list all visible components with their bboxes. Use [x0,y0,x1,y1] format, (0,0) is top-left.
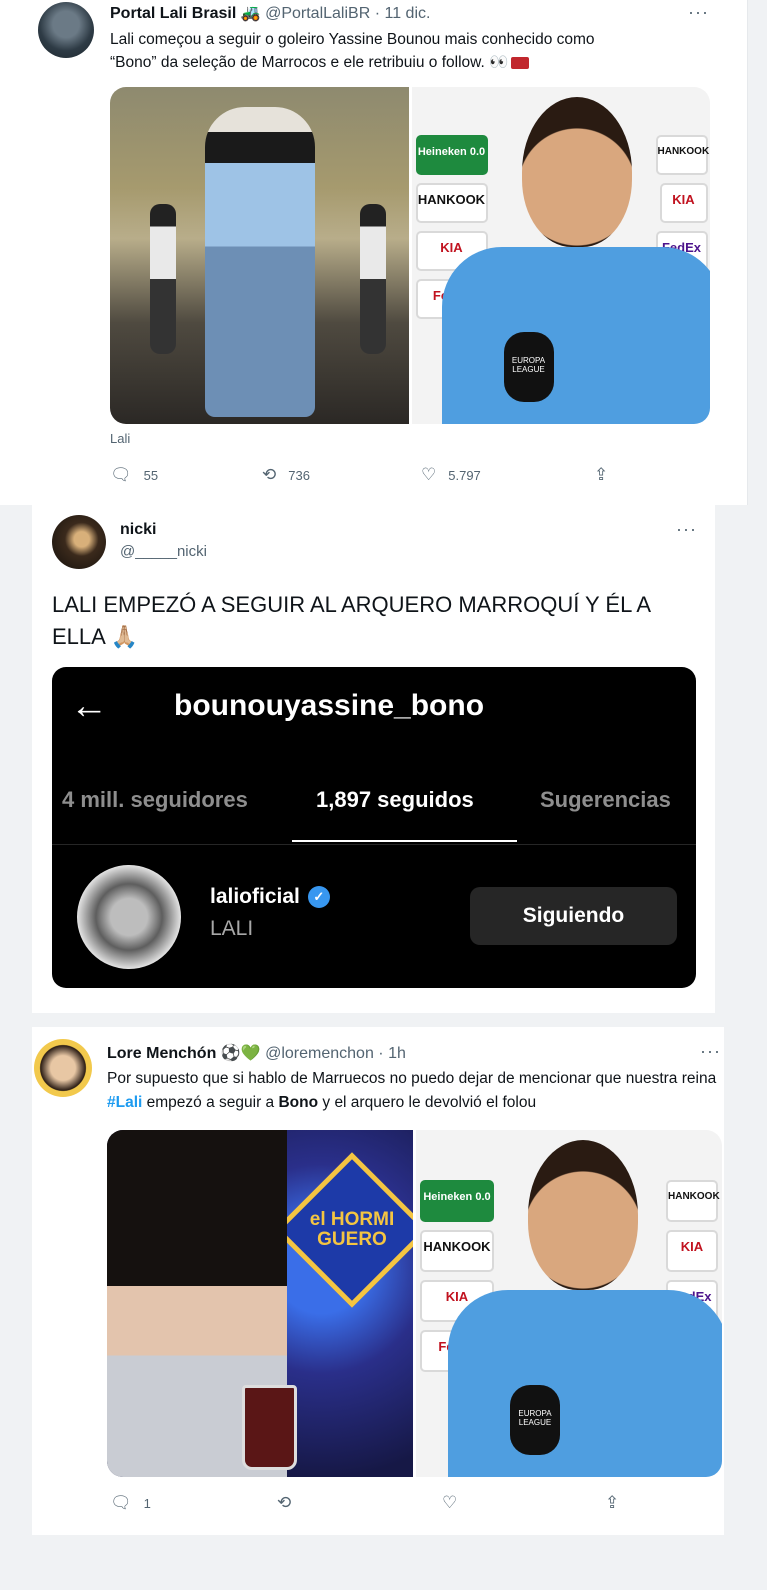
avatar[interactable] [38,2,94,58]
instagram-screenshot[interactable]: ← bounouyassine_bono 4 mill. seguidores … [52,667,696,988]
drink-glass [242,1385,297,1470]
sponsor-logo: HANKOOK [420,1230,494,1272]
timestamp[interactable]: · 1h [378,1045,406,1062]
hashtag-link[interactable]: #Lali [107,1094,142,1111]
photo-lali-stadium[interactable] [110,87,409,424]
reply-button[interactable]: 🗨 55 [110,465,158,485]
tweet-nicki[interactable]: nicki @_____nicki ··· LALI EMPEZÓ A SEGU… [32,505,715,1013]
profile-fullname: LALI [210,917,254,940]
tweet-header: Portal Lali Brasil 🚜 @PortalLaliBR · 11 … [110,3,430,23]
like-button[interactable]: ♡ 5.797 [421,465,481,485]
divider [52,844,696,845]
microphone: EUROPA LEAGUE [503,332,554,402]
handle[interactable]: @PortalLaliBR [265,5,370,22]
sponsor-logo: HANKOOK [655,135,709,175]
more-icon[interactable]: ··· [688,2,709,23]
tweet-portal-lali[interactable]: Portal Lali Brasil 🚜 @PortalLaliBR · 11 … [0,0,748,505]
handle[interactable]: @loremenchon [265,1045,374,1062]
profile-username-row[interactable]: lalioficial ✓ [210,885,330,909]
display-name[interactable]: Portal Lali Brasil [110,5,236,22]
heart-icon: ♡ [421,465,437,484]
more-icon[interactable]: ··· [676,519,697,540]
reply-icon: 🗨 [110,465,132,484]
retweet-button[interactable]: ⟲ 736 [262,465,310,485]
handle[interactable]: @_____nicki [120,543,207,560]
page: Portal Lali Brasil 🚜 @PortalLaliBR · 11 … [0,0,767,1590]
photo-el-hormiguero[interactable]: el HORMI GUERO [107,1130,413,1477]
reply-icon: 🗨 [110,1493,132,1512]
like-button[interactable]: ♡ [442,1493,457,1513]
media-caption: Lali [110,431,131,446]
share-icon: ⇪ [594,465,609,484]
share-icon: ⇪ [605,1493,620,1512]
display-name[interactable]: nicki [120,521,156,539]
photo-bono-interview[interactable]: Heineken 0.0 HANKOOK KIA Fe KIA FedEx HA… [416,1130,722,1477]
sponsor-logo: Heineken 0.0 [420,1180,494,1222]
sponsor-logo: KIA [659,183,708,223]
retweet-icon: ⟲ [277,1493,292,1512]
reply-count: 55 [143,467,159,483]
name-emoji: ⚽💚 [220,1045,261,1062]
tweet-text-part: empezó a seguir a [142,1094,279,1111]
tweet-text-line1: Lali começou a seguir o goleiro Yassine … [110,31,595,48]
active-tab-indicator [292,840,517,842]
sponsor-logo: HANKOOK [666,1180,720,1222]
tweet-media[interactable]: Heineken 0.0 HANKOOK KIA Fe KIA FedEx HA… [110,87,710,424]
instagram-username: bounouyassine_bono [174,689,485,722]
tweet-text-part: Por supuesto que si hablo de Marruecos n… [107,1070,717,1087]
tweet-header: Lore Menchón ⚽💚 @loremenchon · 1h [107,1043,406,1063]
more-icon[interactable]: ··· [700,1041,721,1062]
shirt [441,247,710,424]
display-name[interactable]: Lore Menchón [107,1045,216,1062]
tweet-text: Por supuesto que si hablo de Marruecos n… [107,1067,717,1115]
tweet-text-line2: “Bono” da seleção de Marrocos e ele retr… [110,54,509,71]
verified-badge-icon: ✓ [307,886,330,908]
avatar[interactable] [52,515,106,569]
person-figure [360,204,386,354]
tweet-text: Lali começou a seguir o goleiro Yassine … [110,28,690,74]
sponsor-logo: Heineken 0.0 [415,135,488,175]
tab-followers[interactable]: 4 mill. seguidores [62,787,248,813]
tab-suggestions[interactable]: Sugerencias [540,787,671,813]
tweet-media[interactable]: el HORMI GUERO Heineken 0.0 HANKOOK KIA … [107,1130,722,1477]
person-figure [150,204,176,354]
like-count: 5.797 [448,467,481,483]
head [521,97,632,247]
retweet-icon: ⟲ [262,465,277,484]
tweet-lore-menchon[interactable]: Lore Menchón ⚽💚 @loremenchon · 1h ··· Po… [32,1027,724,1535]
head [528,1140,638,1290]
reply-count: 1 [143,1495,151,1511]
sponsor-logo: KIA [666,1230,718,1272]
retweet-count: 736 [288,467,310,483]
avatar[interactable] [34,1039,92,1097]
reply-button[interactable]: 🗨 1 [110,1493,151,1513]
sponsor-logo: HANKOOK [415,183,488,223]
timestamp[interactable]: · 11 dic. [375,5,431,22]
tweet-text: LALI EMPEZÓ A SEGUIR AL ARQUERO MARROQUÍ… [52,592,650,649]
name-emoji: 🚜 [240,5,261,22]
lali-figure [205,107,315,417]
photo-bono-interview[interactable]: Heineken 0.0 HANKOOK KIA Fe KIA FedEx HA… [411,87,710,424]
following-button[interactable]: Siguiendo [470,887,677,945]
share-button[interactable]: ⇪ [594,465,608,485]
microphone: EUROPA LEAGUE [510,1385,560,1455]
back-arrow-icon[interactable]: ← [70,687,108,725]
tv-logo-text: el HORMI GUERO [309,1209,395,1250]
bold-word: Bono [278,1094,319,1111]
tab-following[interactable]: 1,897 seguidos [316,787,474,813]
tweet-text-part: y el arquero le devolvió el folou [318,1094,537,1111]
morocco-flag-icon [511,56,530,69]
retweet-button[interactable]: ⟲ [277,1493,291,1513]
heart-icon: ♡ [442,1493,458,1512]
shirt [448,1290,722,1477]
profile-avatar[interactable] [77,865,181,969]
share-button[interactable]: ⇪ [605,1493,619,1513]
profile-username[interactable]: lalioficial [210,885,300,909]
